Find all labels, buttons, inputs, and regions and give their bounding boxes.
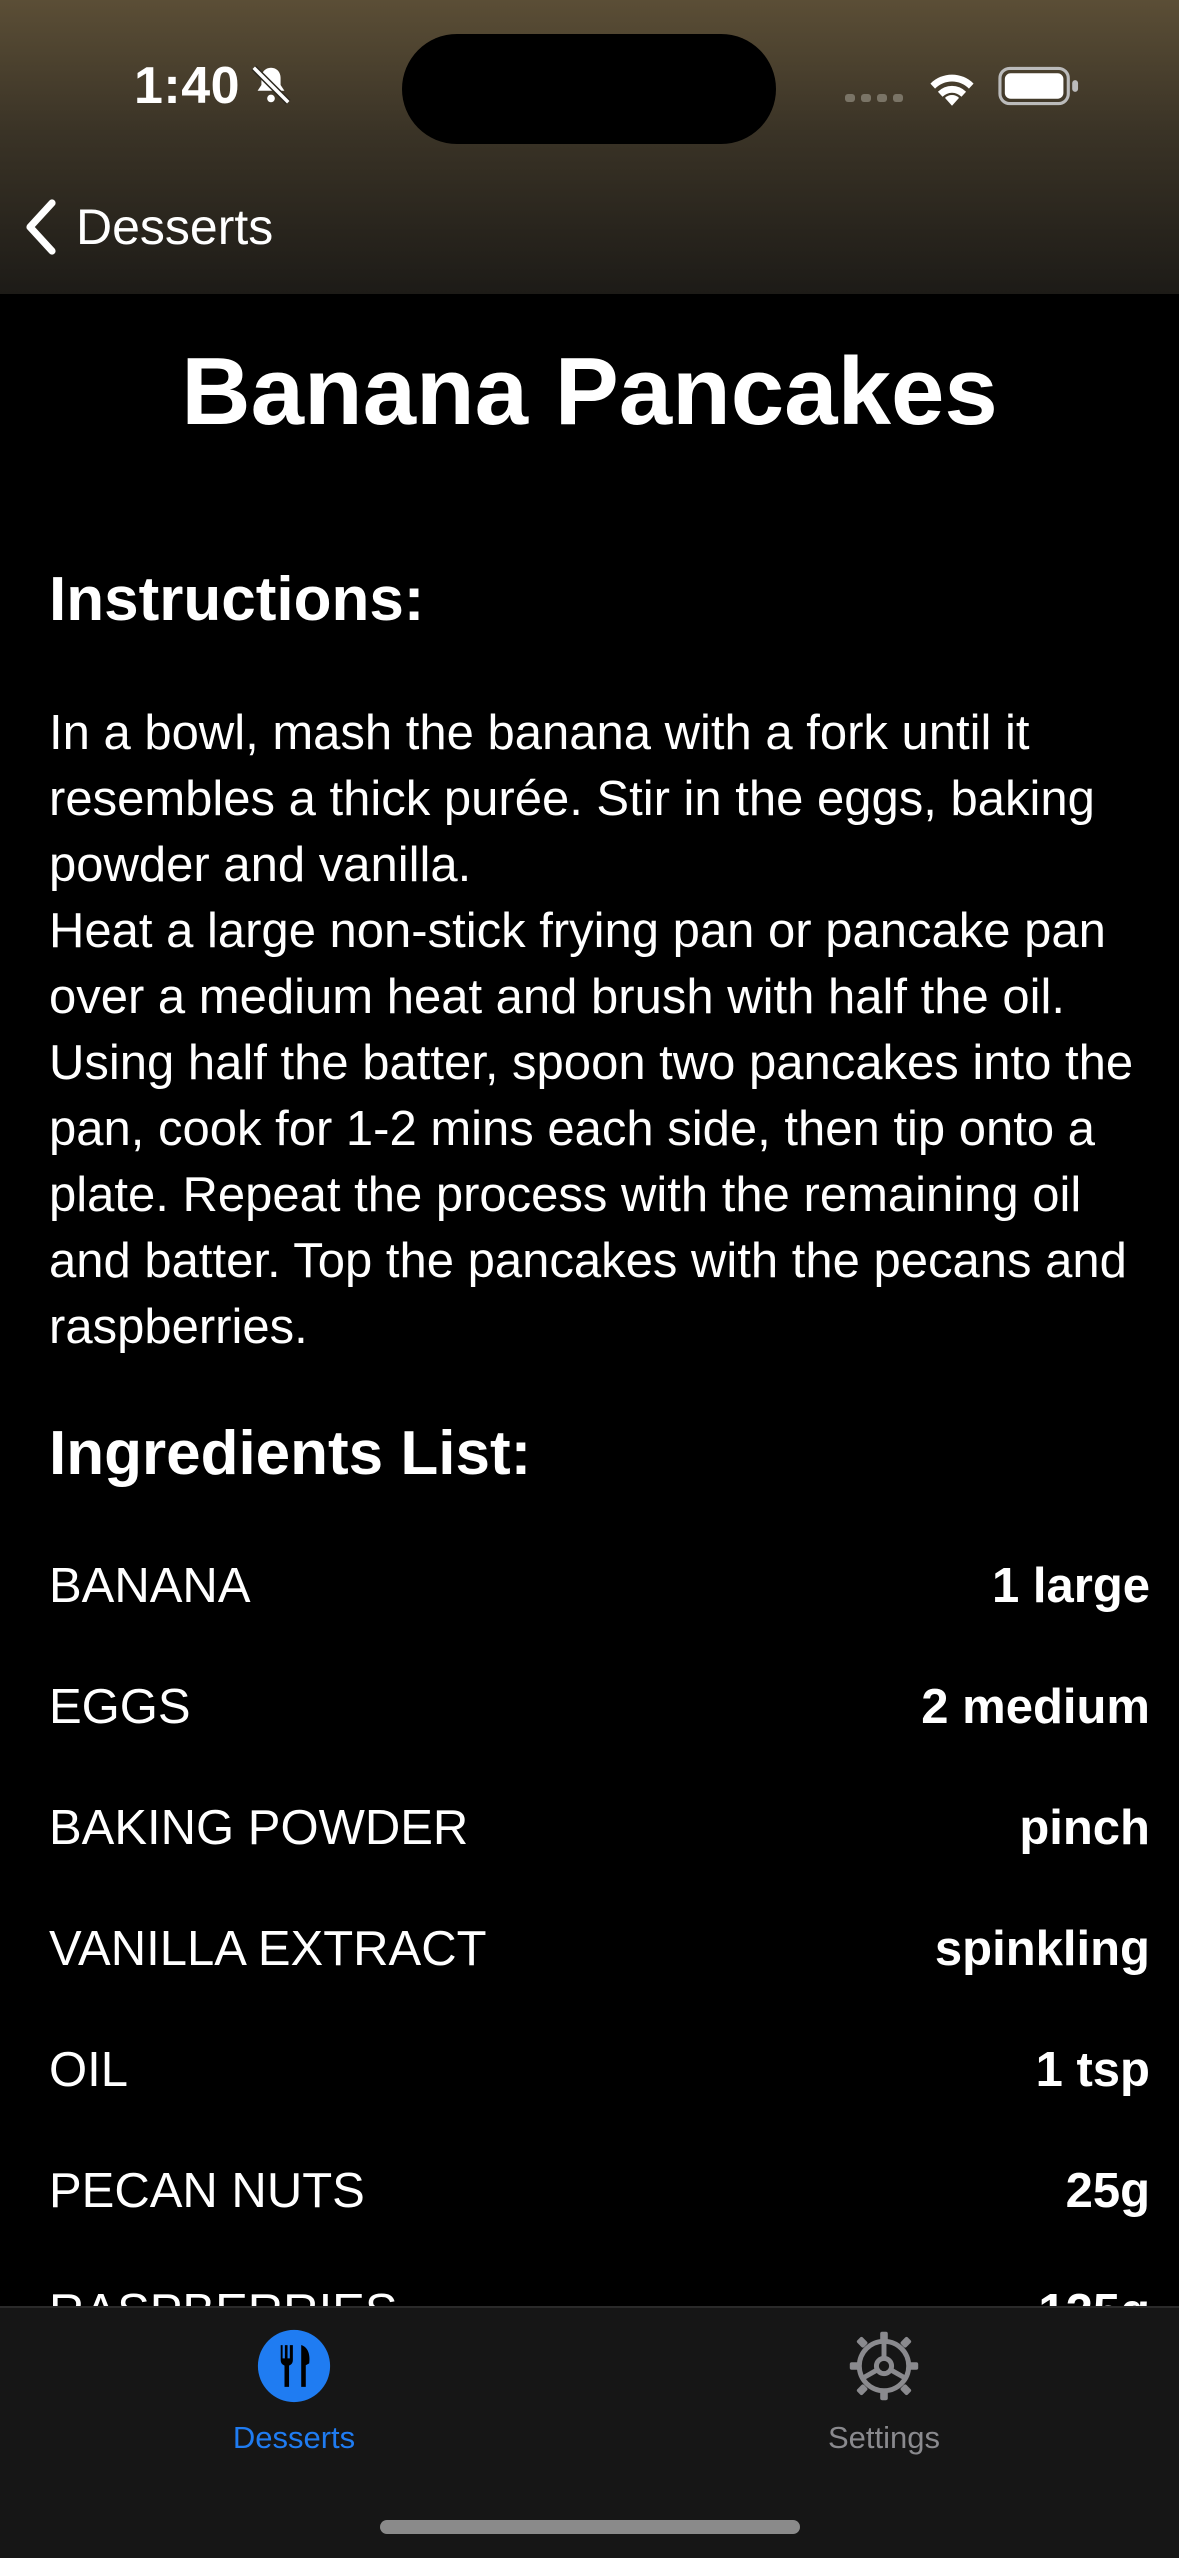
fork-knife-icon <box>257 2329 331 2403</box>
back-label: Desserts <box>76 199 274 255</box>
chevron-left-icon <box>26 199 56 255</box>
ingredient-name: VANILLA EXTRACT <box>49 1921 487 1976</box>
ingredient-quantity: pinch <box>1019 1800 1150 1855</box>
ingredients-list: BANANA 1 large EGGS 2 medium BAKING POWD… <box>49 1525 1150 2372</box>
ingredient-quantity: 25g <box>1065 2163 1150 2218</box>
ingredient-row: VANILLA EXTRACT spinkling <box>49 1888 1150 2009</box>
ingredient-name: OIL <box>49 2042 128 2097</box>
tab-label: Settings <box>827 2420 940 2455</box>
tab-label: Desserts <box>232 2420 356 2455</box>
ingredient-row: EGGS 2 medium <box>49 1646 1150 1767</box>
recipe-title: Banana Pancakes <box>181 338 998 445</box>
navigation-header: 1:40 Desserts <box>0 0 1179 294</box>
ingredient-row: PECAN NUTS 25g <box>49 2130 1150 2251</box>
ingredient-quantity: 2 medium <box>921 1679 1150 1734</box>
silent-bell-icon <box>251 65 291 105</box>
ingredient-row: BAKING POWDER pinch <box>49 1767 1150 1888</box>
wifi-icon <box>930 74 974 106</box>
gear-icon <box>849 2331 919 2401</box>
ingredient-quantity: 1 tsp <box>1035 2042 1150 2097</box>
ingredient-quantity: spinkling <box>934 1921 1150 1976</box>
instructions-heading: Instructions: <box>49 565 425 634</box>
home-indicator[interactable] <box>380 2520 800 2534</box>
ingredient-row: OIL 1 tsp <box>49 2009 1150 2130</box>
dynamic-island <box>402 34 776 144</box>
status-time: 1:40 <box>134 57 241 115</box>
status-bar: 1:40 <box>0 0 1179 176</box>
ingredients-heading: Ingredients List: <box>49 1419 532 1488</box>
tab-settings[interactable]: Settings <box>754 2328 1014 2478</box>
ingredient-quantity: 1 large <box>992 1558 1150 1613</box>
back-button[interactable]: Desserts <box>22 190 273 264</box>
tab-desserts[interactable]: Desserts <box>164 2328 424 2478</box>
ingredient-name: EGGS <box>49 1679 191 1734</box>
cellular-signal-icon <box>845 94 903 102</box>
instructions-text: In a bowl, mash the banana with a fork u… <box>49 706 1134 1354</box>
ingredient-name: BAKING POWDER <box>49 1800 469 1855</box>
ingredient-row: BANANA 1 large <box>49 1525 1150 1646</box>
battery-icon <box>998 66 1079 106</box>
tab-bar: Desserts Settings <box>0 2306 1179 2558</box>
ingredient-name: PECAN NUTS <box>49 2163 365 2218</box>
ingredient-name: BANANA <box>49 1558 251 1613</box>
